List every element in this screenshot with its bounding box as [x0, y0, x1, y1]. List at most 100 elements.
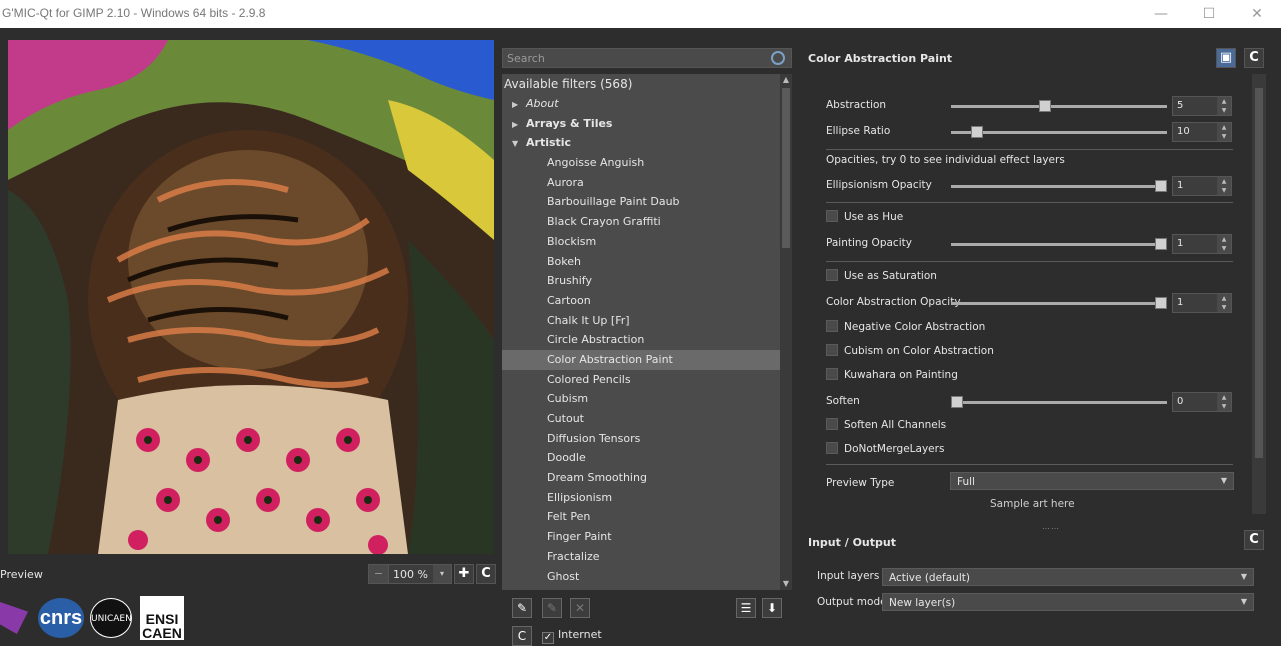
zoom-out-button[interactable]: −	[369, 565, 389, 583]
zoom-control[interactable]: − 100 % ▾	[368, 564, 452, 584]
filter-item[interactable]: Bokeh	[502, 252, 792, 272]
zoom-value[interactable]: 100 %	[393, 568, 428, 581]
spin-arrows-icon[interactable]: ▲ ▼	[1217, 97, 1231, 115]
params-scrollbar[interactable]	[1252, 74, 1266, 514]
search-icon[interactable]	[771, 51, 785, 65]
filter-item[interactable]: Chalk It Up [Fr]	[502, 311, 792, 331]
filter-item[interactable]: Ellipsionism	[502, 488, 792, 508]
checkbox[interactable]	[826, 442, 838, 454]
zoom-dropdown-icon[interactable]: ▾	[433, 565, 451, 583]
folder-arrays-tiles[interactable]: ▶ Arrays & Tiles	[502, 114, 792, 134]
ellipse-ratio-spinbox[interactable]: 10 ▲ ▼	[1172, 122, 1232, 142]
filter-item[interactable]: Aurora	[502, 173, 792, 193]
cubism-checkbox[interactable]: Cubism on Color Abstraction	[826, 344, 994, 364]
filter-item[interactable]: Circle Abstraction	[502, 330, 792, 350]
spin-arrows-icon[interactable]: ▲ ▼	[1217, 177, 1231, 195]
close-button[interactable]: ✕	[1242, 4, 1272, 24]
preview-type-select[interactable]: Full ▼	[950, 472, 1234, 490]
ellipsionism-opacity-spinbox[interactable]: 1 ▲ ▼	[1172, 176, 1232, 196]
filter-tree[interactable]: Available filters (568) ▶ About ▶ Arrays &…	[502, 74, 792, 590]
filter-item[interactable]: Diffusion Tensors	[502, 429, 792, 449]
refresh-filters-icon[interactable]: C	[512, 626, 532, 646]
filter-item[interactable]: Dream Smoothing	[502, 468, 792, 488]
chevron-right-icon[interactable]: ▶	[512, 100, 526, 109]
filter-item[interactable]: Cubism	[502, 389, 792, 409]
ellipsionism-opacity-slider[interactable]	[951, 180, 1167, 192]
negative-color-abstraction-checkbox[interactable]: Negative Color Abstraction	[826, 320, 985, 340]
slider-knob[interactable]	[951, 396, 963, 408]
filter-item[interactable]: Felt Pen	[502, 507, 792, 527]
scrollbar-thumb[interactable]	[1255, 88, 1263, 458]
soften-all-channels-checkbox[interactable]: Soften All Channels	[826, 418, 946, 438]
use-as-saturation-checkbox[interactable]: Use as Saturation	[826, 269, 937, 289]
painting-opacity-spinbox[interactable]: 1 ▲ ▼	[1172, 234, 1232, 254]
slider-knob[interactable]	[971, 126, 984, 138]
download-icon[interactable]: ⬇	[762, 598, 782, 618]
ellipse-ratio-slider[interactable]	[951, 126, 1167, 138]
splitter-handle[interactable]: ……	[1042, 522, 1060, 531]
filter-item[interactable]: Colored Pencils	[502, 370, 792, 390]
checkbox[interactable]	[826, 418, 838, 430]
spin-arrows-icon[interactable]: ▲ ▼	[1217, 393, 1231, 411]
slider-knob[interactable]	[1038, 100, 1051, 112]
copy-command-icon[interactable]: ▣	[1216, 48, 1236, 68]
output-mode-select[interactable]: New layer(s) ▼	[882, 593, 1254, 611]
filter-item[interactable]: Cartoon	[502, 291, 792, 311]
input-layers-select[interactable]: Active (default) ▼	[882, 568, 1254, 586]
checkbox[interactable]	[826, 368, 838, 380]
checkbox[interactable]	[826, 344, 838, 356]
spin-arrows-icon[interactable]: ▲ ▼	[1217, 294, 1231, 312]
spin-arrows-icon[interactable]: ▲ ▼	[1217, 235, 1231, 253]
checkbox[interactable]	[826, 269, 838, 281]
color-abstraction-opacity-spinbox[interactable]: 1 ▲ ▼	[1172, 293, 1232, 313]
checkbox[interactable]	[826, 320, 838, 332]
abstraction-slider[interactable]	[951, 100, 1167, 112]
maximize-button[interactable]: ☐	[1194, 4, 1224, 24]
reset-io-icon[interactable]: C	[1244, 530, 1264, 550]
folder-about[interactable]: ▶ About	[502, 94, 792, 114]
chevron-down-icon[interactable]: ▼	[512, 139, 526, 148]
checkbox[interactable]	[826, 210, 838, 222]
folder-artistic[interactable]: ▼ Artistic	[502, 133, 792, 153]
spin-arrows-icon[interactable]: ▲ ▼	[1217, 123, 1231, 141]
reset-params-icon[interactable]: C	[1244, 48, 1264, 68]
chevron-right-icon[interactable]: ▶	[512, 120, 526, 129]
filter-item[interactable]: Fractalize	[502, 547, 792, 567]
abstraction-spinbox[interactable]: 5 ▲ ▼	[1172, 96, 1232, 116]
filter-tree-scrollbar[interactable]: ▲ ▼	[780, 74, 792, 590]
internet-checkbox[interactable]: ✓	[542, 632, 554, 644]
rename-fave-icon[interactable]: ✎	[542, 598, 562, 618]
sample-art-link[interactable]: Sample art here	[990, 498, 1075, 510]
filter-item[interactable]: Angoisse Anguish	[502, 153, 792, 173]
search-input[interactable]: Search	[502, 48, 792, 68]
painting-opacity-slider[interactable]	[951, 238, 1167, 250]
color-abstraction-opacity-slider[interactable]	[951, 297, 1167, 309]
soften-spinbox[interactable]: 0 ▲ ▼	[1172, 392, 1232, 412]
preview-image[interactable]	[8, 40, 494, 554]
filter-item[interactable]: Ghost	[502, 567, 792, 587]
soften-slider[interactable]	[951, 396, 1167, 408]
filter-item[interactable]: Blockism	[502, 232, 792, 252]
scrollbar-thumb[interactable]	[782, 88, 790, 248]
refresh-preview-icon[interactable]: C	[476, 564, 496, 584]
use-as-hue-checkbox[interactable]: Use as Hue	[826, 210, 903, 230]
filter-item[interactable]: Doodle	[502, 448, 792, 468]
filter-item[interactable]: Cutout	[502, 409, 792, 429]
slider-knob[interactable]	[1155, 297, 1167, 309]
add-fave-icon[interactable]: ✎	[512, 598, 532, 618]
do-not-merge-layers-checkbox[interactable]: DoNotMergeLayers	[826, 442, 944, 462]
kuwahara-checkbox[interactable]: Kuwahara on Painting	[826, 368, 958, 388]
filter-item[interactable]: Brushify	[502, 271, 792, 291]
filter-item[interactable]: Barbouillage Paint Daub	[502, 192, 792, 212]
remove-fave-icon[interactable]: ✕	[570, 598, 590, 618]
scroll-down-icon[interactable]: ▼	[780, 578, 792, 590]
slider-knob[interactable]	[1155, 180, 1167, 192]
scroll-up-icon[interactable]: ▲	[780, 74, 792, 86]
slider-knob[interactable]	[1155, 238, 1167, 250]
zoom-in-icon[interactable]: ✚	[454, 564, 474, 584]
visibility-list-icon[interactable]: ☰	[736, 598, 756, 618]
minimize-button[interactable]: —	[1146, 4, 1176, 24]
filter-item[interactable]: Black Crayon Graffiti	[502, 212, 792, 232]
filter-item[interactable]: Color Abstraction Paint	[502, 349, 792, 370]
filter-item[interactable]: Finger Paint	[502, 527, 792, 547]
